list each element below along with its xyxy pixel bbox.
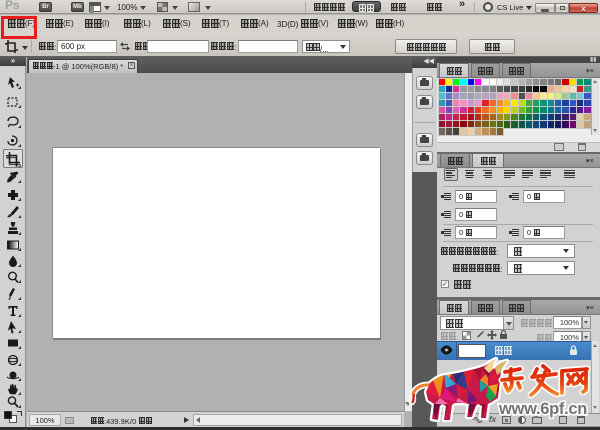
svg-text:www.6pf.cn: www.6pf.cn <box>498 400 587 418</box>
